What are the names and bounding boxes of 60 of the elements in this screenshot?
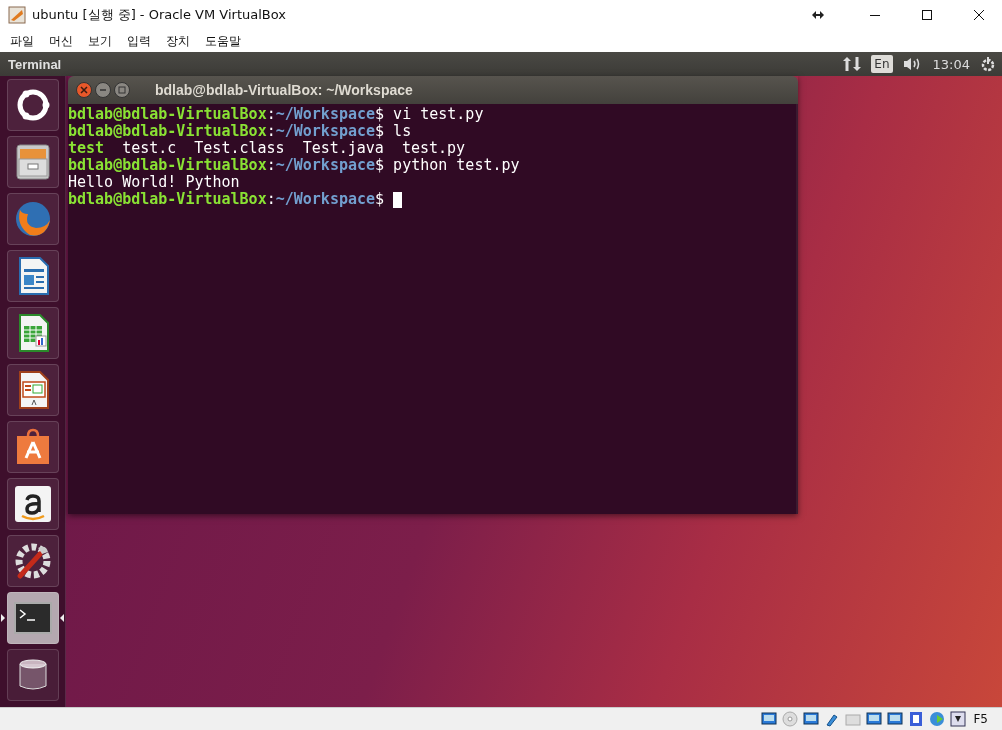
launcher-item[interactable] [6,193,59,245]
file-name: test.py [401,140,466,157]
prompt-dollar: $ [375,106,385,123]
network-arrows-icon[interactable] [843,56,862,72]
prompt-dollar: $ [375,123,385,140]
launcher-item[interactable] [6,136,59,188]
close-icon [973,9,985,21]
prompt-dollar: $ [375,157,385,174]
resize-arrow-icon [812,11,824,19]
minimize-icon [99,86,107,94]
app-logo-icon [8,6,26,24]
menu-item[interactable]: 장치 [160,32,196,50]
app-title: Terminal [8,56,62,72]
display-icon[interactable] [866,711,883,727]
host-key-label: F5 [973,712,988,726]
launcher-item[interactable] [6,421,59,473]
terminal-title: bdlab@bdlab-VirtualBox: ~/Workspace [155,82,413,98]
prompt-colon: : [266,191,276,208]
prompt-path: ~/Workspace [275,191,376,208]
output-text: Hello World! Python [68,174,240,191]
close-icon [80,86,88,94]
launcher-item[interactable] [6,307,59,359]
file-name: Test.java [302,140,384,157]
menu-item[interactable]: 파일 [4,32,40,50]
prompt-user-host: bdlab@bdlab-VirtualBox [68,106,267,123]
menu-item[interactable]: 보기 [82,32,118,50]
launcher-item[interactable] [6,535,59,587]
launcher-item[interactable] [6,592,59,644]
menu-item[interactable]: 입력 [121,32,157,50]
maximize-icon [118,86,126,94]
prompt-path: ~/Workspace [275,157,376,174]
prompt-user-host: bdlab@bdlab-VirtualBox [68,191,267,208]
command-text: ls [392,123,412,140]
prompt-user-host: bdlab@bdlab-VirtualBox [68,157,267,174]
prompt-user-host: bdlab@bdlab-VirtualBox [68,123,267,140]
minimize-button[interactable] [95,82,111,98]
file-name: test [68,140,105,157]
prompt-colon: : [266,106,276,123]
prompt-path: ~/Workspace [275,106,376,123]
launcher-item[interactable] [6,250,59,302]
maximize-icon [921,9,933,21]
close-button[interactable] [76,82,92,98]
prompt-colon: : [266,123,276,140]
window-title: ubuntu [실행 중] - Oracle VM VirtualBox [32,6,286,24]
prompt-dollar: $ [375,191,385,208]
clock[interactable]: 13:04 [932,56,970,72]
power-gear-icon[interactable] [980,56,996,72]
prompt-path: ~/Workspace [275,123,376,140]
menu-item[interactable]: 도움말 [199,32,247,50]
launcher-item[interactable] [6,79,59,131]
menu-item[interactable]: 머신 [43,32,79,50]
keyboard-layout-indicator[interactable]: En [871,55,893,73]
file-name: test.c [122,140,177,157]
launcher-item[interactable] [6,649,59,701]
command-text: python test.py [392,157,520,174]
launcher-item[interactable] [6,478,59,530]
launcher-item[interactable] [6,364,59,416]
prompt-colon: : [266,157,276,174]
command-text: vi test.py [392,106,484,123]
file-name: Test.class [194,140,285,157]
